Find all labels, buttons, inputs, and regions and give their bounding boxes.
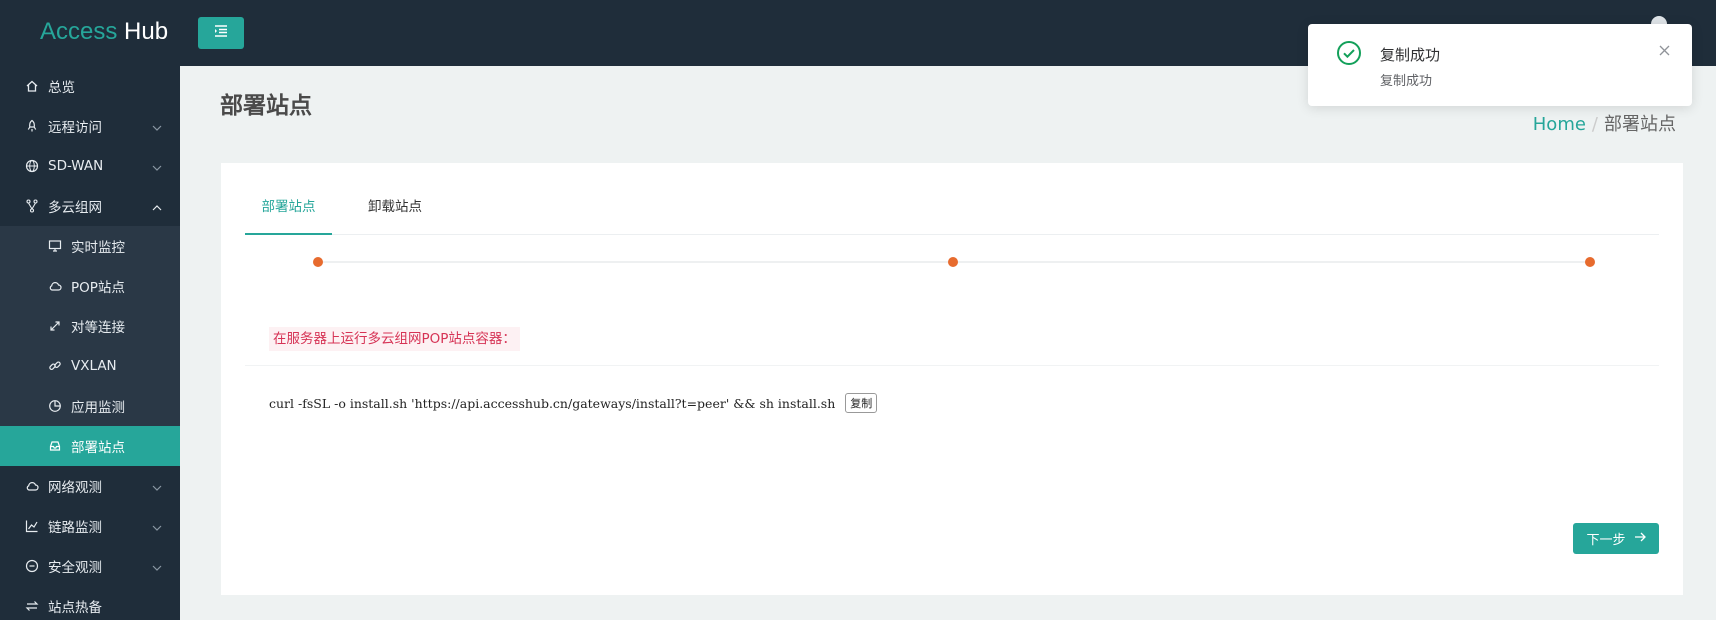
divider: [245, 365, 1659, 366]
sidebar-item-link-monitor[interactable]: 链路监测: [0, 506, 180, 546]
monitor-icon: [47, 238, 63, 254]
sidebar-item-label: 对等连接: [71, 320, 125, 336]
sidebar-item-label: 部署站点: [71, 440, 125, 456]
sidebar-item-network-observe[interactable]: 网络观测: [0, 466, 180, 506]
branch-icon: [24, 198, 40, 214]
sidebar-item-label: 安全观测: [48, 560, 102, 576]
next-step-button[interactable]: 下一步: [1573, 523, 1659, 554]
sidebar-item-sd-wan[interactable]: SD-WAN: [0, 146, 180, 186]
sidebar-subitem-realtime-monitor[interactable]: 实时监控: [0, 226, 180, 266]
install-command-text: curl -fsSL -o install.sh 'https://api.ac…: [269, 395, 836, 411]
sidebar: 总览 远程访问 SD-WAN 多云组网 实时监控 POP站点 对等连接 VXLA…: [0, 66, 180, 620]
sidebar-item-security-observe[interactable]: 安全观测: [0, 546, 180, 586]
sidebar-item-label: 应用监测: [71, 400, 125, 416]
chevron-up-icon: [152, 199, 162, 215]
page-title: 部署站点: [220, 93, 312, 119]
inbox-icon: [47, 438, 63, 454]
menu-toggle-button[interactable]: [198, 17, 244, 49]
step-dot-2: [948, 257, 958, 267]
minus-circle-icon: [24, 558, 40, 574]
home-icon: [24, 78, 40, 94]
tab-bar: 部署站点 卸载站点: [245, 195, 1659, 235]
chevron-down-icon: [152, 479, 162, 495]
arrows-diagonal-icon: [47, 318, 63, 334]
deploy-card: 部署站点 卸载站点 在服务器上运行多云组网POP站点容器： curl -fsSL…: [221, 163, 1683, 595]
sidebar-item-label: 站点热备: [48, 600, 102, 616]
check-circle-icon: [1336, 40, 1362, 70]
command-instruction-label: 在服务器上运行多云组网POP站点容器：: [269, 327, 520, 351]
chevron-down-icon: [152, 159, 162, 175]
chevron-down-icon: [152, 559, 162, 575]
breadcrumb-current: 部署站点: [1604, 114, 1676, 135]
sidebar-item-label: 链路监测: [48, 520, 102, 536]
copy-button[interactable]: 复制: [845, 393, 878, 413]
multicloud-submenu: 实时监控 POP站点 对等连接 VXLAN 应用监测 部署站点: [0, 226, 180, 466]
line-chart-icon: [24, 518, 40, 534]
pie-chart-icon: [47, 398, 63, 414]
rocket-icon: [24, 118, 40, 134]
sidebar-subitem-vxlan[interactable]: VXLAN: [0, 346, 180, 386]
tab-label: 卸载站点: [368, 199, 422, 215]
success-toast: 复制成功 复制成功: [1308, 24, 1692, 106]
breadcrumb-separator: /: [1591, 114, 1598, 135]
logo-text-hub: Hub: [117, 18, 169, 45]
link-icon: [47, 358, 63, 374]
sidebar-subitem-app-monitor[interactable]: 应用监测: [0, 386, 180, 426]
sidebar-item-site-standby[interactable]: 站点热备: [0, 586, 180, 620]
swap-icon: [24, 598, 40, 614]
step-dot-3: [1585, 257, 1595, 267]
sidebar-item-label: 总览: [48, 80, 75, 96]
logo-text-access: Access: [40, 18, 118, 45]
toast-message: 复制成功: [1380, 74, 1433, 89]
toast-title: 复制成功: [1380, 46, 1441, 64]
step-dot-1: [313, 257, 323, 267]
breadcrumb-home-link[interactable]: Home: [1533, 114, 1586, 135]
breadcrumb: Home / 部署站点: [1533, 110, 1676, 136]
sidebar-item-label: SD-WAN: [48, 158, 104, 174]
chevron-down-icon: [152, 519, 162, 535]
menu-fold-icon: [214, 25, 228, 41]
globe-icon: [24, 158, 40, 174]
sidebar-item-label: VXLAN: [71, 358, 117, 374]
sidebar-item-overview[interactable]: 总览: [0, 66, 180, 106]
sidebar-item-label: 实时监控: [71, 240, 125, 256]
sidebar-item-label: 网络观测: [48, 480, 102, 496]
tab-uninstall-site[interactable]: 卸载站点: [365, 195, 425, 235]
cloud-icon: [24, 478, 40, 494]
install-command: curl -fsSL -o install.sh 'https://api.ac…: [269, 393, 878, 413]
tab-label: 部署站点: [261, 199, 316, 215]
close-icon[interactable]: [1659, 44, 1670, 60]
sidebar-item-multicloud[interactable]: 多云组网: [0, 186, 180, 226]
app-logo[interactable]: Access Hub: [40, 18, 168, 46]
arrow-right-icon: [1634, 531, 1646, 546]
sidebar-item-label: 多云组网: [48, 200, 102, 216]
sidebar-item-remote-access[interactable]: 远程访问: [0, 106, 180, 146]
sidebar-subitem-deploy-site[interactable]: 部署站点: [0, 426, 180, 466]
chevron-down-icon: [152, 119, 162, 135]
next-step-label: 下一步: [1586, 533, 1626, 548]
sidebar-item-label: 远程访问: [48, 120, 102, 136]
cloud-icon: [47, 278, 63, 294]
sidebar-subitem-pop-sites[interactable]: POP站点: [0, 266, 180, 306]
tab-deploy-site[interactable]: 部署站点: [245, 195, 332, 235]
sidebar-item-label: POP站点: [71, 280, 125, 296]
sidebar-subitem-peering[interactable]: 对等连接: [0, 306, 180, 346]
